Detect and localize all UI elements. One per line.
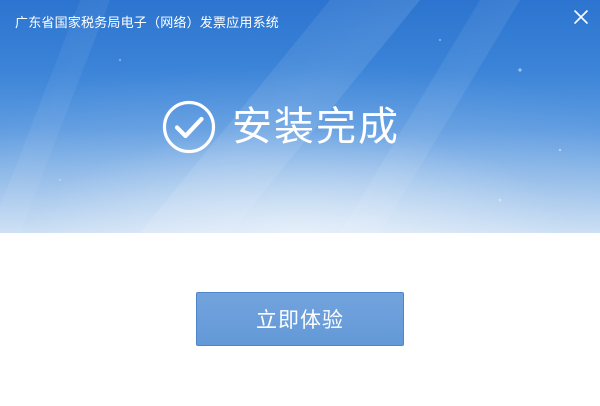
close-button[interactable] (570, 6, 592, 28)
install-status: 安装完成 (162, 99, 400, 155)
status-text: 安装完成 (232, 104, 400, 150)
close-icon (574, 10, 588, 24)
window-title: 广东省国家税务局电子（网络）发票应用系统 (15, 16, 280, 31)
start-experience-button[interactable]: 立即体验 (196, 292, 404, 346)
header-banner: 广东省国家税务局电子（网络）发票应用系统 安装完成 (0, 0, 600, 233)
installer-window: 广东省国家税务局电子（网络）发票应用系统 安装完成 立即体验 (0, 0, 600, 406)
check-circle-icon (162, 100, 216, 154)
